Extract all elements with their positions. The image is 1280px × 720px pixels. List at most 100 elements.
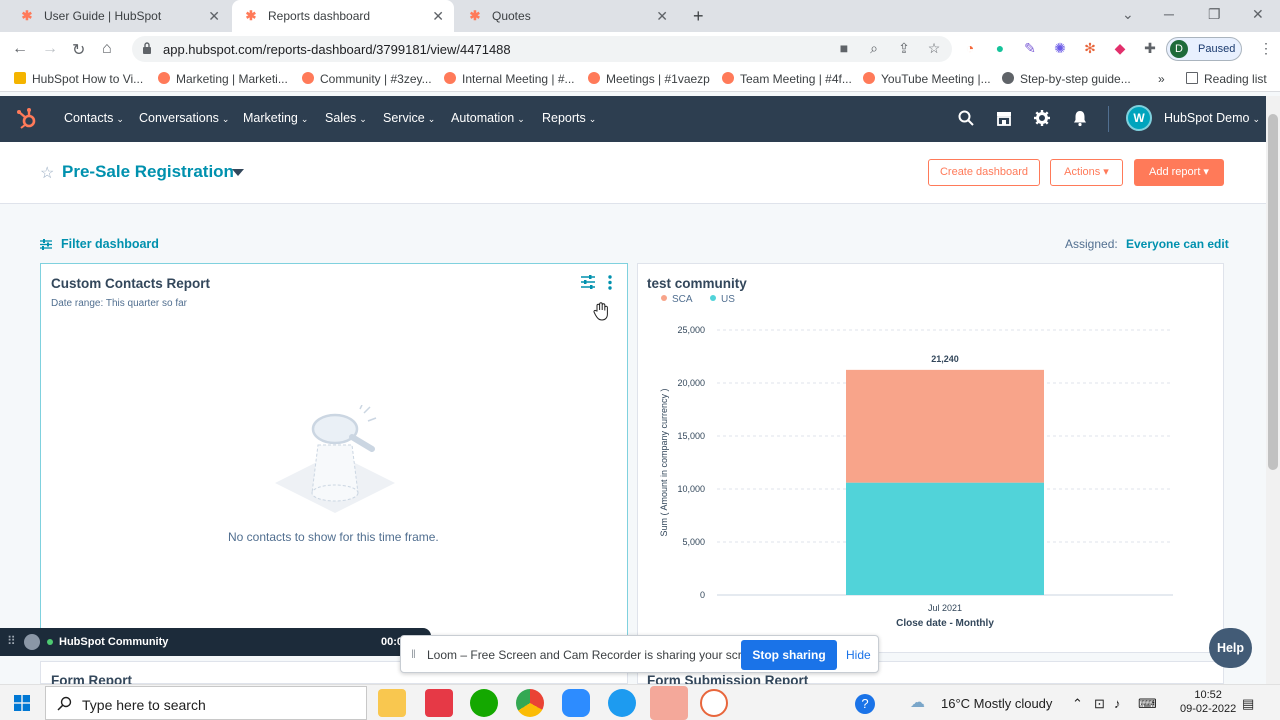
vertical-scrollbar[interactable] <box>1266 96 1280 684</box>
dashboard-select-caret-icon[interactable] <box>232 169 244 176</box>
color-picker-icon[interactable]: ◆ <box>1112 40 1128 56</box>
loom-icon[interactable]: ✻ <box>1082 40 1098 56</box>
legend-item-us[interactable]: US <box>710 294 735 305</box>
share-icon[interactable]: ⇪ <box>896 40 912 56</box>
bookmark-item[interactable]: Community | #3zey... <box>302 72 432 86</box>
card-title[interactable]: Custom Contacts Report <box>51 276 210 291</box>
bookmark-item[interactable]: HubSpot How to Vi... <box>14 72 143 86</box>
minimize-icon[interactable]: ─ <box>1164 6 1174 22</box>
close-tab-icon[interactable]: ✕ <box>656 8 668 25</box>
nav-conversations[interactable]: Conversations ⌄ <box>139 111 229 125</box>
reload-icon[interactable]: ↻ <box>72 40 85 60</box>
anydesk-icon[interactable] <box>425 689 453 717</box>
hide-share-bar-button[interactable]: Hide <box>846 648 871 662</box>
zoom-app-icon[interactable] <box>562 689 590 717</box>
close-tab-icon[interactable]: ✕ <box>208 8 220 25</box>
new-tab-icon[interactable]: + <box>693 6 704 27</box>
bookmark-star-icon[interactable]: ☆ <box>926 40 942 56</box>
nav-reports[interactable]: Reports ⌄ <box>542 111 596 125</box>
extension-clock-icon[interactable]: ◔ <box>962 40 978 56</box>
forward-icon[interactable]: → <box>42 40 58 58</box>
restore-icon[interactable]: ❐ <box>1208 6 1221 23</box>
bookmark-item[interactable]: Step-by-step guide... <box>1002 72 1131 86</box>
browser-tab[interactable]: ✱ Quotes ✕ <box>456 0 678 32</box>
tray-chevron-icon[interactable]: ⌃ <box>1072 696 1083 712</box>
nav-marketing[interactable]: Marketing ⌄ <box>243 111 308 125</box>
browser-tab-active[interactable]: ✱ Reports dashboard ✕ <box>232 0 454 32</box>
bookmark-item[interactable]: Marketing | Marketi... <box>158 72 288 86</box>
report-filter-icon[interactable] <box>580 275 596 289</box>
close-tab-icon[interactable]: ✕ <box>432 8 444 25</box>
nav-automation[interactable]: Automation ⌄ <box>451 111 525 125</box>
hubspot-logo-icon[interactable] <box>16 108 38 130</box>
back-icon[interactable]: ← <box>12 40 28 58</box>
zoom-icon[interactable]: ⌕ <box>866 40 882 56</box>
globe-icon <box>1002 72 1014 84</box>
browser-menu-icon[interactable]: ⋮ <box>1258 40 1274 56</box>
bookmark-item[interactable]: YouTube Meeting |... <box>863 72 991 86</box>
account-logo-icon[interactable]: W <box>1126 105 1152 131</box>
bookmark-item[interactable]: Meetings | #1vaezp <box>588 72 710 86</box>
profile-button[interactable]: D Paused <box>1166 37 1242 61</box>
legend-item-sca[interactable]: SCA <box>661 294 693 305</box>
bookmark-item[interactable]: Internal Meeting | #... <box>444 72 575 86</box>
account-menu[interactable]: HubSpot Demo ⌄ <box>1164 111 1260 125</box>
bookmark-item[interactable]: Team Meeting | #4f... <box>722 72 852 86</box>
actions-button[interactable]: Actions ▾ <box>1050 159 1123 186</box>
stop-record-icon[interactable] <box>24 634 40 650</box>
nav-contacts[interactable]: Contacts ⌄ <box>64 111 124 125</box>
bell-icon[interactable] <box>1071 109 1089 127</box>
dashboard-title[interactable]: Pre-Sale Registration <box>62 162 234 182</box>
grammarly-icon[interactable]: ● <box>992 40 1008 56</box>
edge-icon[interactable] <box>608 689 636 717</box>
home-icon[interactable]: ⌂ <box>102 40 112 58</box>
scrollbar-thumb[interactable] <box>1268 114 1278 470</box>
nav-label: Sales <box>325 111 357 125</box>
bookmark-label: YouTube Meeting |... <box>881 72 991 86</box>
windows-start-icon[interactable] <box>14 695 30 711</box>
tab-search-icon[interactable]: ⌄ <box>1122 6 1134 23</box>
hubspot-favicon-icon: ✱ <box>21 8 33 23</box>
nav-sales[interactable]: Sales ⌄ <box>325 111 367 125</box>
volume-icon[interactable]: ♪ <box>1114 696 1121 711</box>
slack-active-icon[interactable] <box>650 686 688 720</box>
marketplace-icon[interactable] <box>995 109 1013 127</box>
weather-text[interactable]: 16°C Mostly cloudy <box>941 696 1052 711</box>
browser-tab[interactable]: ✱ User Guide | HubSpot ✕ <box>8 0 230 32</box>
hubspot-icon <box>588 72 600 84</box>
help-app-icon[interactable]: ? <box>855 694 875 714</box>
stop-sharing-button[interactable]: Stop sharing <box>741 640 837 670</box>
more-options-icon[interactable] <box>606 275 614 290</box>
pen-icon[interactable]: ✎ <box>1022 40 1038 56</box>
extensions-puzzle-icon[interactable]: ✚ <box>1142 40 1158 56</box>
file-explorer-icon[interactable] <box>378 689 406 717</box>
timer-app-icon[interactable] <box>700 689 728 717</box>
more-bookmarks-icon[interactable]: » <box>1158 72 1165 86</box>
taskbar-clock[interactable]: 10:52 09-02-2022 <box>1180 688 1236 716</box>
reading-list-button[interactable]: Reading list <box>1186 72 1267 86</box>
nav-service[interactable]: Service ⌄ <box>383 111 435 125</box>
taskbar-search-input[interactable]: Type here to search <box>45 686 367 720</box>
upwork-icon[interactable] <box>470 689 498 717</box>
add-report-button[interactable]: Add report ▾ <box>1134 159 1224 186</box>
filter-dashboard-link[interactable]: Filter dashboard <box>61 237 159 251</box>
chrome-icon[interactable] <box>516 689 544 717</box>
address-bar[interactable]: app.hubspot.com/reports-dashboard/379918… <box>132 36 952 62</box>
settings-extension-icon[interactable]: ✺ <box>1052 40 1068 56</box>
close-window-icon[interactable]: ✕ <box>1252 6 1264 23</box>
camera-icon[interactable]: ■ <box>836 40 852 56</box>
drag-handle-icon[interactable]: ‖ <box>411 647 416 661</box>
drag-handle-icon[interactable]: ⠿ <box>7 634 16 648</box>
gear-icon[interactable] <box>1033 109 1051 127</box>
card-title[interactable]: test community <box>647 276 747 291</box>
network-icon[interactable]: ⊡ <box>1094 696 1105 712</box>
search-icon[interactable] <box>957 109 975 127</box>
keyboard-icon[interactable]: ⌨ <box>1138 696 1157 712</box>
help-button[interactable]: Help <box>1209 628 1252 668</box>
notifications-icon[interactable]: ▤ <box>1242 696 1254 712</box>
hubspot-navbar: Contacts ⌄ Conversations ⌄ Marketing ⌄ Sale… <box>0 96 1266 142</box>
assigned-value-link[interactable]: Everyone can edit <box>1126 237 1229 251</box>
create-dashboard-button[interactable]: Create dashboard <box>928 159 1040 186</box>
favorite-star-icon[interactable]: ☆ <box>40 163 54 183</box>
nav-label: Marketing <box>243 111 298 125</box>
